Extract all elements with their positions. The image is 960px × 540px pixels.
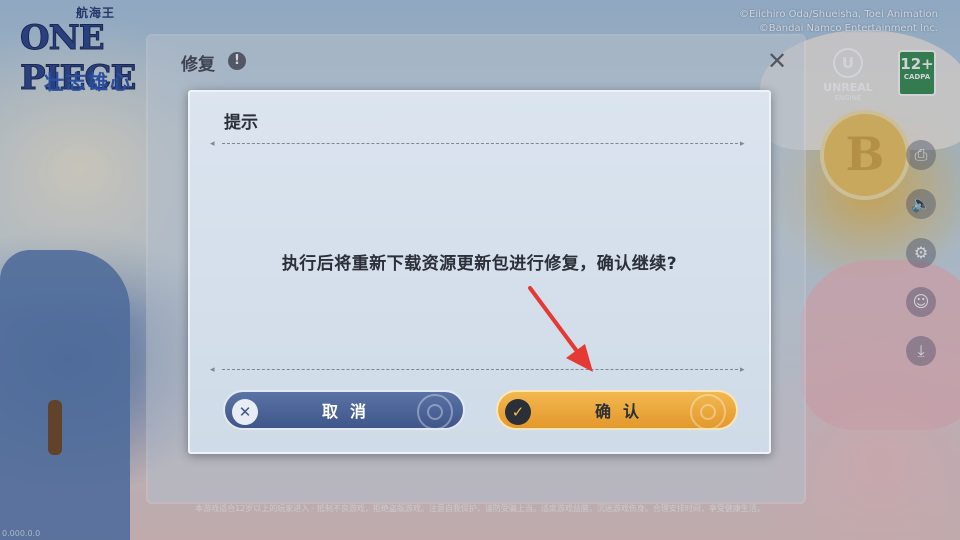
divider-ornament-icon: ◂ xyxy=(210,139,215,149)
cancel-button[interactable]: ✕ 取消 xyxy=(223,390,465,430)
confirm-button[interactable]: ✓ 确认 xyxy=(496,390,738,430)
divider-ornament-icon: ▸ xyxy=(740,365,745,375)
bottom-divider: ◂ ▸ xyxy=(210,365,750,375)
compass-icon xyxy=(690,394,726,428)
divider-ornament-icon: ◂ xyxy=(210,365,215,375)
top-divider: ◂ ▸ xyxy=(210,139,750,149)
divider-ornament-icon: ▸ xyxy=(740,139,745,149)
confirm-dialog: 提示 ◂ ▸ 执行后将重新下载资源更新包进行修复，确认继续? ◂ ▸ ✕ 取消 … xyxy=(188,90,771,454)
compass-icon xyxy=(417,394,453,428)
dialog-title: 提示 xyxy=(224,113,258,133)
dialog-message: 执行后将重新下载资源更新包进行修复，确认继续? xyxy=(281,254,678,274)
